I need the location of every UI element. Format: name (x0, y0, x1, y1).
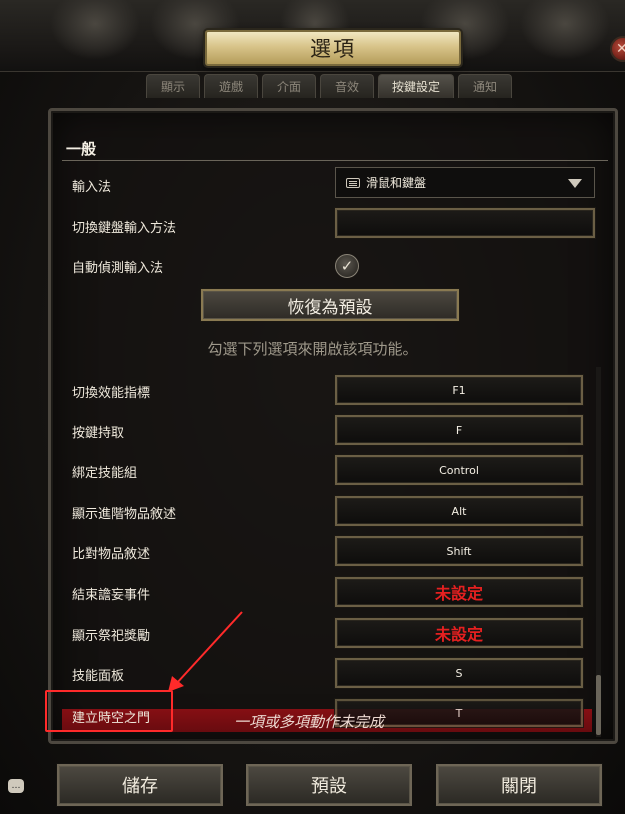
defaults-button[interactable]: 預設 (246, 764, 412, 806)
statue-ornament (520, 0, 610, 60)
annotation-highlight-box (45, 690, 173, 732)
close-button[interactable]: 關閉 (436, 764, 602, 806)
binding-label: 按鍵持取 (72, 426, 125, 441)
dropdown-arrow-icon (568, 179, 582, 188)
binding-label: 顯示進階物品敘述 (72, 507, 177, 522)
keybind-box[interactable]: S (335, 658, 583, 688)
restore-defaults-button[interactable]: 恢復為預設 (201, 289, 459, 321)
hint-text: 勾選下列選項來開啟該項功能。 (207, 340, 418, 358)
checkmark-icon: ✓ (340, 257, 354, 275)
window-title-plate: 選項 (205, 30, 461, 66)
chat-icon[interactable]: … (8, 779, 24, 793)
keybind-box[interactable]: Alt (335, 496, 583, 526)
scrollbar-thumb[interactable] (596, 675, 601, 735)
binding-label: 顯示祭祀獎勵 (72, 629, 151, 644)
binding-label: 結束譫妄事件 (72, 588, 151, 603)
binding-label: 切換效能指標 (72, 386, 151, 401)
switch-keyboard-label: 切換鍵盤輸入方法 (72, 221, 177, 236)
auto-detect-checkbox[interactable]: ✓ (335, 254, 359, 278)
keybind-box[interactable]: Control (335, 455, 583, 485)
tab-display[interactable]: 顯示 (146, 74, 200, 98)
options-window: 選項 ✕ 顯示 遊戲 介面 音效 按鍵設定 通知 一般 輸入法 滑鼠和鍵盤 切換… (0, 0, 625, 814)
tab-game[interactable]: 遊戲 (204, 74, 258, 98)
statue-ornament (50, 0, 140, 60)
section-title-general: 一般 (66, 140, 97, 158)
binding-label: 技能面板 (72, 669, 125, 684)
input-method-value: 滑鼠和鍵盤 (366, 176, 427, 190)
keybind-box[interactable]: F1 (335, 375, 583, 405)
keyboard-icon (346, 177, 360, 188)
tab-audio[interactable]: 音效 (320, 74, 374, 98)
binding-label: 比對物品敘述 (72, 547, 151, 562)
keybind-box-unset[interactable]: 未設定 (335, 618, 583, 648)
tab-bar: 顯示 遊戲 介面 音效 按鍵設定 通知 (146, 74, 512, 98)
error-message: 一項或多項動作未完成 (234, 713, 385, 731)
section-divider (62, 160, 608, 161)
input-method-label: 輸入法 (72, 180, 112, 195)
keybind-box[interactable]: Shift (335, 536, 583, 566)
save-button[interactable]: 儲存 (57, 764, 223, 806)
auto-detect-label: 自動偵測輸入法 (72, 261, 164, 276)
tab-keybindings[interactable]: 按鍵設定 (378, 74, 454, 98)
switch-keyboard-keybox[interactable] (335, 208, 595, 238)
window-title: 選項 (310, 37, 356, 61)
tab-interface[interactable]: 介面 (262, 74, 316, 98)
binding-label: 綁定技能組 (72, 466, 138, 481)
keybind-box-unset[interactable]: 未設定 (335, 577, 583, 607)
input-method-dropdown[interactable]: 滑鼠和鍵盤 (335, 167, 595, 198)
tab-notifications[interactable]: 通知 (458, 74, 512, 98)
keybind-box[interactable]: F (335, 415, 583, 445)
